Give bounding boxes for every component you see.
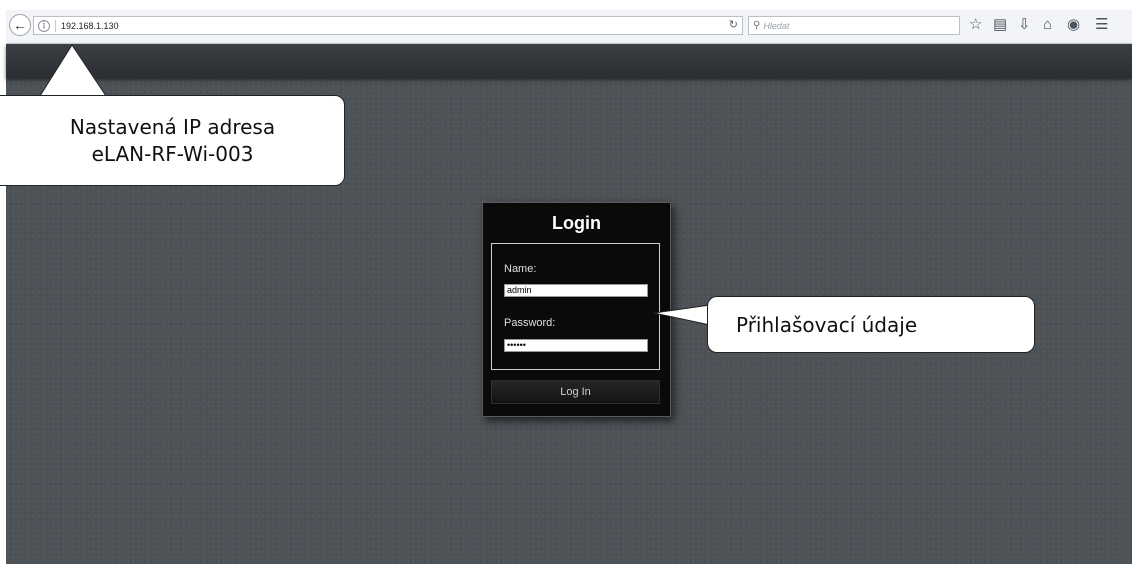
- login-form: Name: admin Password: ••••••: [491, 243, 660, 370]
- name-label: Name:: [504, 263, 537, 275]
- download-icon[interactable]: ⇩: [1018, 17, 1031, 33]
- info-icon[interactable]: i: [38, 19, 50, 32]
- menu-icon[interactable]: ☰: [1095, 17, 1108, 33]
- password-field[interactable]: ••••••: [504, 339, 648, 352]
- home-icon[interactable]: ⌂: [1043, 17, 1052, 33]
- page-header-band: [6, 44, 1132, 78]
- ip-callout-line1: Nastavená IP adresa: [69, 115, 276, 139]
- name-field[interactable]: admin: [504, 284, 648, 297]
- search-input[interactable]: ⚲ Hledat: [748, 16, 960, 35]
- url-separator: [55, 19, 56, 32]
- login-title: Login: [552, 213, 601, 233]
- reading-list-icon[interactable]: ▤: [993, 17, 1007, 33]
- login-button[interactable]: Log In: [491, 380, 660, 404]
- back-arrow-icon[interactable]: ←: [9, 14, 31, 36]
- password-label: Password:: [504, 317, 556, 329]
- credentials-callout-joint: [707, 306, 710, 324]
- browser-toolbar: ← i 192.168.1.130 ↻ ⚲ Hledat ☆ ▤ ⇩ ⌂ ◉ ☰: [6, 10, 1132, 44]
- reload-icon[interactable]: ↻: [729, 18, 738, 31]
- ip-callout-line2: eLAN-RF-Wi-003: [91, 142, 254, 166]
- credentials-callout-text: Přihlašovací údaje: [736, 313, 918, 337]
- ip-callout-joint: [41, 95, 105, 98]
- search-placeholder: Hledat: [763, 20, 790, 31]
- address-bar[interactable]: i 192.168.1.130 ↻: [33, 16, 743, 35]
- screenshot: ← i 192.168.1.130 ↻ ⚲ Hledat ☆ ▤ ⇩ ⌂ ◉ ☰…: [0, 0, 1132, 564]
- search-icon: ⚲: [753, 20, 761, 31]
- url-text: 192.168.1.130: [61, 20, 119, 31]
- ip-callout-text: Nastavená IP adresa eLAN-RF-Wi-003: [0, 114, 345, 168]
- bookmark-star-icon[interactable]: ☆: [969, 17, 982, 33]
- chat-icon[interactable]: ◉: [1067, 17, 1080, 33]
- login-dialog: Login Name: admin Password: •••••• Log I…: [482, 202, 671, 417]
